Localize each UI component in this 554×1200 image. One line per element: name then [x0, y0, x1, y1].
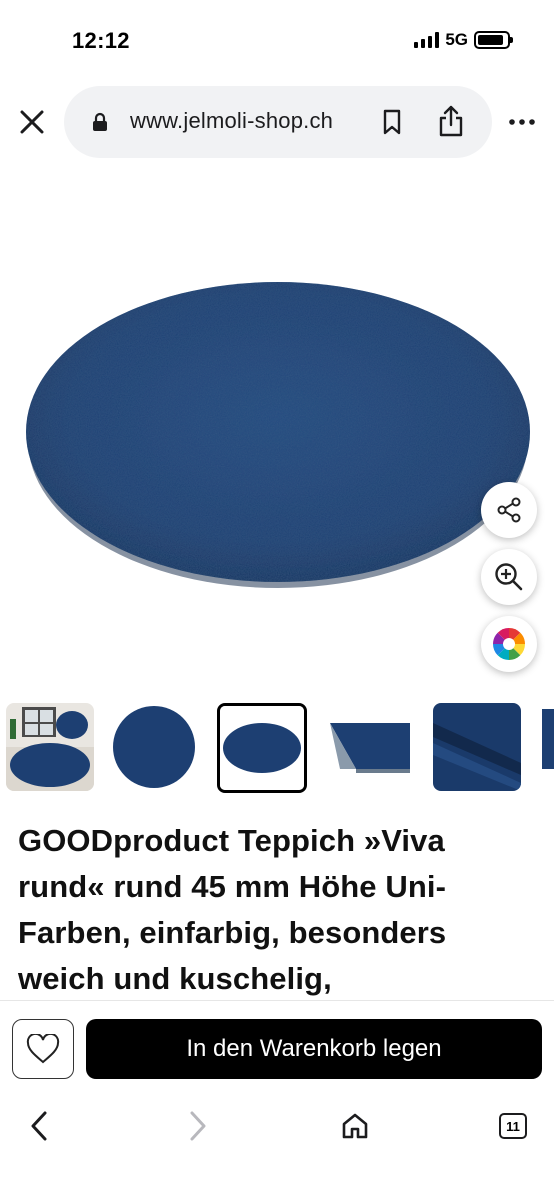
tabs-count: 11: [499, 1113, 527, 1139]
share-nodes-icon: [497, 497, 521, 523]
network-label: 5G: [445, 30, 468, 49]
add-to-cart-button[interactable]: In den Warenkorb legen: [86, 1019, 542, 1079]
product-title: GOODproduct Teppich »Viva rund« rund 45 …: [18, 823, 447, 996]
tabs-icon[interactable]: 11: [493, 1106, 533, 1146]
signal-icon: [414, 32, 440, 48]
battery-level: [478, 35, 504, 45]
home-icon[interactable]: [335, 1106, 375, 1146]
zoom-button[interactable]: [481, 549, 537, 605]
thumbnail-rug-partial[interactable]: [540, 703, 554, 791]
heart-icon: [26, 1034, 60, 1064]
thumbnail-rug-corner[interactable]: [326, 703, 414, 791]
color-wheel-icon: [493, 628, 525, 660]
thumbnail-rug-closeup[interactable]: [433, 703, 521, 791]
status-indicators: 5G: [414, 30, 513, 50]
close-icon[interactable]: [14, 104, 50, 140]
status-bar: 12:12 5G: [0, 0, 554, 84]
zoom-in-icon: [495, 563, 523, 591]
thumbnail-round-rug[interactable]: [110, 703, 198, 791]
battery-icon: [474, 31, 513, 49]
browser-toolbar: www.jelmoli-shop.ch: [0, 86, 554, 160]
color-variants-button[interactable]: [481, 616, 537, 672]
browser-nav-bar: 11: [0, 1088, 554, 1200]
bookmark-icon[interactable]: [380, 108, 404, 136]
status-time: 12:12: [72, 28, 130, 53]
purchase-bar: In den Warenkorb legen: [0, 1000, 554, 1088]
lock-icon: [92, 112, 108, 132]
address-bar[interactable]: www.jelmoli-shop.ch: [64, 86, 492, 158]
thumbnail-oval-rug[interactable]: [217, 703, 307, 793]
back-icon[interactable]: [20, 1106, 60, 1146]
share-image-button[interactable]: [481, 482, 537, 538]
url-text: www.jelmoli-shop.ch: [130, 108, 334, 133]
wishlist-button[interactable]: [12, 1019, 74, 1079]
rug-image: [26, 282, 530, 588]
thumbnail-strip: [0, 703, 554, 795]
product-image[interactable]: [0, 180, 554, 685]
more-icon[interactable]: [505, 112, 539, 132]
share-icon[interactable]: [436, 104, 466, 138]
forward-icon[interactable]: [177, 1106, 217, 1146]
thumbnail-room-scene[interactable]: [6, 703, 94, 791]
